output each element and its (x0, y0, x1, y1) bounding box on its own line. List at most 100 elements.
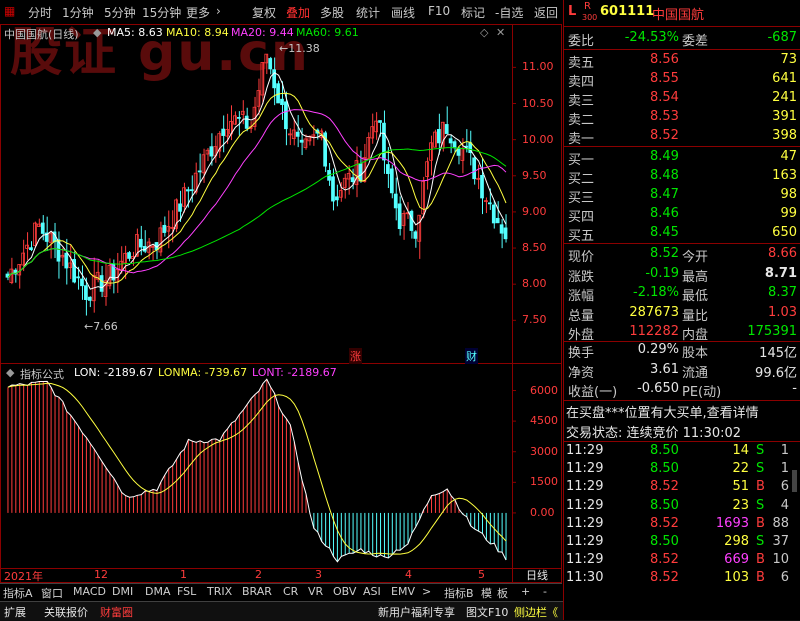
tick-count: 88 (772, 515, 789, 531)
tab-board[interactable]: 板 (497, 585, 508, 601)
ask-row[interactable]: 卖四 8.55 641 (564, 71, 800, 90)
stat-label: 净资 (568, 365, 595, 381)
toolbar-btn-mark[interactable]: 标记 (461, 4, 485, 21)
zoom-out-button[interactable]: - (543, 585, 547, 598)
chart-diamond-icon[interactable]: ◇ (480, 26, 488, 39)
big-order-notice[interactable]: 在买盘***位置有大买单,查看详情 (564, 402, 800, 421)
stat-label: 收益(一) (568, 385, 618, 400)
candle-body (389, 168, 394, 194)
status-wealth-circle[interactable]: 财富圈 (100, 604, 133, 620)
bid-price: 8.46 (650, 206, 679, 221)
indicator-menu-icon[interactable]: ◆ (6, 366, 14, 379)
bid-row[interactable]: 买三 8.47 98 (564, 187, 800, 206)
ask-price: 8.52 (650, 128, 679, 143)
bid-row[interactable]: 买一 8.49 47 (564, 149, 800, 168)
tab-obv[interactable]: OBV (333, 585, 356, 598)
status-related-quote[interactable]: 关联报价 (44, 604, 88, 620)
ma-settings-icon[interactable]: ◆ (93, 26, 101, 39)
tick-count: 37 (772, 534, 789, 549)
lonma-legend: LONMA: -739.67 (158, 366, 248, 379)
ask-row[interactable]: 卖三 8.54 241 (564, 90, 800, 109)
finance-marker[interactable]: 财 (465, 348, 478, 364)
tick-time: 11:30 (566, 570, 604, 586)
ask-price: 8.54 (650, 90, 679, 105)
tick-row: 11:29 8.52 1693 B 88 (564, 516, 800, 535)
candle-body (276, 83, 280, 104)
tick-time: 11:29 (566, 552, 604, 568)
tab-window[interactable]: 窗口 (41, 585, 63, 601)
tab-scroll-right-icon[interactable]: > (422, 585, 431, 598)
low-price-marker: ←7.66 (84, 320, 118, 333)
tick-count: 1 (780, 443, 789, 458)
toolbar-btn-back[interactable]: 返回 (534, 4, 558, 21)
price-tick-label: 7.50 (522, 313, 547, 327)
ask-row[interactable]: 卖五 8.56 73 (564, 52, 800, 71)
tab-dma[interactable]: DMA (145, 585, 171, 598)
indicator-formula-label[interactable]: 指标公式 (20, 366, 64, 382)
price-tick-label: 9.00 (522, 204, 547, 218)
stat-value: -0.19 (645, 265, 679, 281)
trade-status-text: 交易状态: 连续竞价 11:30:02 (566, 426, 742, 441)
ask-volume: 391 (772, 109, 797, 124)
bid-row[interactable]: 买二 8.48 163 (564, 168, 800, 187)
tick-volume: 298 (724, 534, 749, 549)
toolbar-btn-f10[interactable]: F10 (428, 4, 450, 18)
bid-volume: 99 (780, 206, 797, 221)
tick-row: 11:29 8.52 669 B 10 (564, 552, 800, 571)
candle-body (358, 163, 363, 182)
date-label-dec: 12 (94, 568, 108, 581)
ask-row[interactable]: 卖二 8.53 391 (564, 109, 800, 128)
header-r-icon[interactable]: R (584, 1, 591, 12)
tab-indicator-b[interactable]: 指标B (444, 585, 474, 601)
notice-text: 在买盘***位置有大买单,查看详情 (566, 406, 759, 421)
ask-row[interactable]: 卖一 8.52 398 (564, 128, 800, 147)
stat-value: 99.6亿 (755, 365, 797, 381)
ask-price: 8.53 (650, 109, 679, 124)
toolbar-btn-watchlist[interactable]: -自选 (495, 4, 523, 21)
status-f10[interactable]: 图文F10 (466, 604, 508, 620)
tick-price: 8.52 (650, 552, 679, 568)
status-expand[interactable]: 扩展 (4, 604, 26, 620)
tab-template[interactable]: 模 (481, 585, 492, 601)
fundamental-row: 收益(一) -0.650 PE(动) - (564, 381, 800, 400)
tick-scrollbar[interactable] (792, 470, 797, 492)
toolbar-btn-multi[interactable]: 多股 (320, 4, 344, 21)
stat-value: 8.71 (764, 265, 797, 281)
header-l-icon[interactable]: L (568, 4, 576, 19)
status-ad[interactable]: 新用户福利专享 (378, 604, 455, 620)
candle-body (127, 252, 131, 259)
candle-body (138, 238, 143, 248)
bid-row[interactable]: 买五 8.45 650 (564, 225, 800, 244)
tab-asi[interactable]: ASI (363, 585, 381, 598)
tick-row: 11:29 8.50 14 S 1 (564, 443, 800, 462)
tab-macd[interactable]: MACD (73, 585, 106, 598)
tab-indicator-a[interactable]: 指标A (3, 585, 33, 601)
kline-chart[interactable] (0, 24, 562, 583)
tick-time: 11:29 (566, 515, 604, 531)
zoom-in-button[interactable]: + (521, 585, 530, 598)
stock-code: 601111 (600, 4, 655, 19)
stat-label: 流通 (682, 365, 709, 381)
tab-vr[interactable]: VR (308, 585, 323, 598)
toolbar-btn-draw[interactable]: 画线 (391, 4, 415, 21)
tab-emv[interactable]: EMV (391, 585, 415, 598)
tick-time: 11:29 (566, 497, 604, 513)
tick-volume: 103 (724, 570, 749, 586)
ask-volume: 73 (780, 52, 797, 67)
tab-brar[interactable]: BRAR (242, 585, 272, 598)
tab-cr[interactable]: CR (283, 585, 298, 598)
tab-trix[interactable]: TRIX (207, 585, 232, 598)
candle-body (491, 204, 496, 224)
candle-body (378, 120, 382, 123)
bid-row[interactable]: 买四 8.46 99 (564, 206, 800, 225)
tab-fsl[interactable]: FSL (177, 585, 196, 598)
status-sidebar[interactable]: 侧边栏《 (514, 604, 558, 620)
tab-dmi[interactable]: DMI (112, 585, 133, 598)
ask-label: 卖四 (568, 75, 595, 90)
period-label[interactable]: 日线 (526, 567, 548, 583)
rise-marker[interactable]: 涨 (349, 348, 362, 364)
toolbar-btn-stats[interactable]: 统计 (356, 4, 380, 21)
chart-close-icon[interactable]: ✕ (496, 26, 505, 39)
bid-label: 买四 (568, 210, 595, 225)
stat-value: 3.61 (650, 361, 679, 377)
